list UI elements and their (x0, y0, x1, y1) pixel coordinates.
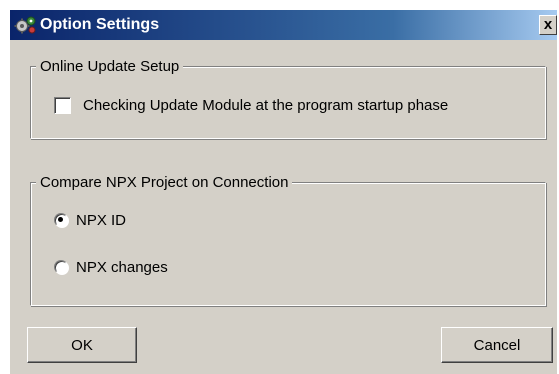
compare-npx-group (30, 182, 546, 306)
cancel-button[interactable]: Cancel (441, 327, 553, 363)
npx-changes-radio-label[interactable]: NPX changes (76, 259, 168, 276)
close-button[interactable]: x (539, 15, 557, 35)
window-title: Option Settings (40, 16, 160, 33)
title-bar[interactable]: Option Settings x (10, 10, 557, 40)
ok-button[interactable]: OK (27, 327, 137, 363)
close-icon: x (543, 16, 553, 33)
startup-update-checkbox-label[interactable]: Checking Update Module at the program st… (83, 97, 448, 114)
npx-id-radio-label[interactable]: NPX ID (76, 212, 126, 229)
npx-changes-radio[interactable] (54, 260, 68, 274)
radio-selected-dot (58, 217, 63, 222)
compare-npx-legend: Compare NPX Project on Connection (36, 174, 293, 191)
gears-icon (14, 15, 38, 35)
option-settings-dialog: Option Settings x Online Update Setup Ch… (10, 10, 557, 374)
npx-id-radio[interactable] (54, 213, 68, 227)
online-update-legend: Online Update Setup (36, 58, 184, 75)
startup-update-checkbox[interactable] (54, 97, 71, 114)
